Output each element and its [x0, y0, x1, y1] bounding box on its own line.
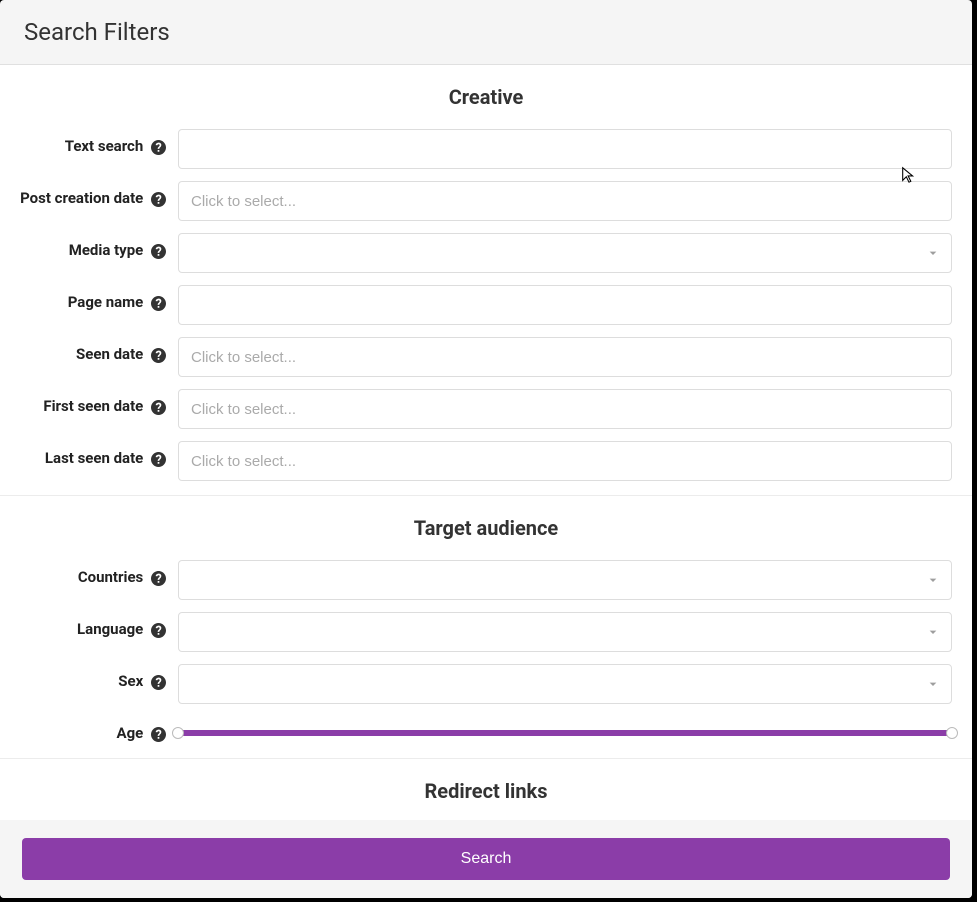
- page-name-input[interactable]: [178, 285, 952, 325]
- countries-select[interactable]: [178, 560, 952, 600]
- label-first-seen-date: First seen date: [0, 389, 178, 417]
- label-last-seen-date: Last seen date: [0, 441, 178, 469]
- chevron-down-icon: [925, 245, 941, 261]
- help-icon[interactable]: [151, 189, 166, 209]
- help-icon[interactable]: [151, 449, 166, 469]
- chevron-down-icon: [925, 676, 941, 692]
- label-seen-date: Seen date: [0, 337, 178, 365]
- help-icon[interactable]: [151, 241, 166, 261]
- help-icon[interactable]: [151, 672, 166, 692]
- search-button[interactable]: Search: [22, 838, 950, 880]
- help-icon[interactable]: [151, 724, 166, 744]
- help-icon[interactable]: [151, 137, 166, 157]
- slider-handle-min[interactable]: [172, 727, 184, 739]
- modal-title: Search Filters: [24, 18, 948, 46]
- seen-date-input[interactable]: [178, 337, 952, 377]
- slider-track: [178, 730, 952, 736]
- modal-header: Search Filters: [0, 0, 972, 65]
- help-icon[interactable]: [151, 293, 166, 313]
- first-seen-date-input[interactable]: [178, 389, 952, 429]
- label-countries: Countries: [0, 560, 178, 588]
- row-countries: Countries: [0, 554, 972, 606]
- last-seen-date-input[interactable]: [178, 441, 952, 481]
- text-search-input[interactable]: [178, 129, 952, 169]
- row-language: Language: [0, 606, 972, 658]
- row-page-name: Page name: [0, 279, 972, 331]
- section-title-redirect: Redirect links: [0, 759, 972, 817]
- chevron-down-icon: [925, 572, 941, 588]
- label-language: Language: [0, 612, 178, 640]
- post-creation-date-input[interactable]: [178, 181, 952, 221]
- row-text-search: Text search: [0, 123, 972, 175]
- section-target-audience: Target audience Countries Language: [0, 496, 972, 759]
- row-sex: Sex: [0, 658, 972, 710]
- label-page-name: Page name: [0, 285, 178, 313]
- row-age: Age: [0, 710, 972, 750]
- section-title-creative: Creative: [0, 65, 972, 123]
- row-last-seen-date: Last seen date: [0, 435, 972, 487]
- label-age: Age: [0, 716, 178, 744]
- help-icon[interactable]: [151, 568, 166, 588]
- row-first-seen-date: First seen date: [0, 383, 972, 435]
- help-icon[interactable]: [151, 620, 166, 640]
- section-title-target: Target audience: [0, 496, 972, 554]
- label-text-search: Text search: [0, 129, 178, 157]
- search-filters-modal: Search Filters Creative Text search Post…: [0, 0, 972, 898]
- label-sex: Sex: [0, 664, 178, 692]
- row-seen-date: Seen date: [0, 331, 972, 383]
- modal-footer: Search: [0, 820, 972, 898]
- help-icon[interactable]: [151, 345, 166, 365]
- row-media-type: Media type: [0, 227, 972, 279]
- slider-handle-max[interactable]: [946, 727, 958, 739]
- row-post-creation-date: Post creation date: [0, 175, 972, 227]
- section-creative: Creative Text search Post creation date: [0, 65, 972, 496]
- section-redirect-links: Redirect links Domain Ecom Platform: [0, 759, 972, 820]
- chevron-down-icon: [925, 624, 941, 640]
- media-type-select[interactable]: [178, 233, 952, 273]
- age-slider[interactable]: [178, 716, 952, 744]
- label-post-creation-date: Post creation date: [0, 181, 178, 209]
- help-icon[interactable]: [151, 397, 166, 417]
- sex-select[interactable]: [178, 664, 952, 704]
- modal-body[interactable]: Creative Text search Post creation date: [0, 65, 972, 820]
- language-select[interactable]: [178, 612, 952, 652]
- label-media-type: Media type: [0, 233, 178, 261]
